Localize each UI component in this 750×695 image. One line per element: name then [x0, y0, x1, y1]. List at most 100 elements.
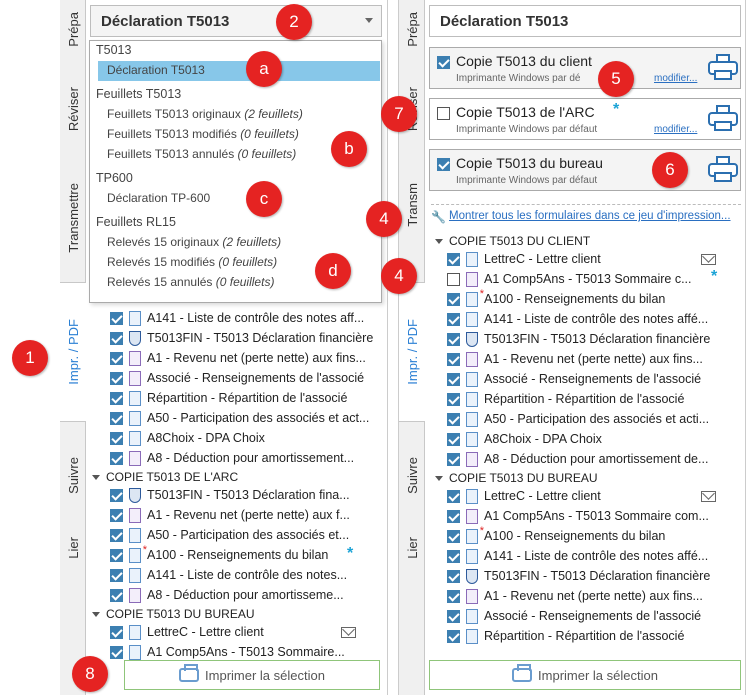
item-checkbox[interactable]: [110, 431, 123, 445]
dropdown-item[interactable]: Feuillets T5013 modifiés (0 feuillets): [107, 127, 299, 141]
modify-link[interactable]: modifier...: [654, 124, 697, 135]
form-selector[interactable]: Déclaration T5013: [429, 5, 741, 37]
item-checkbox[interactable]: [110, 528, 123, 542]
item-checkbox[interactable]: [110, 508, 123, 522]
dropdown-item[interactable]: Feuillets T5013 annulés (0 feuillets): [107, 147, 296, 161]
item-checkbox[interactable]: [110, 351, 123, 365]
section-header[interactable]: COPIE T5013 DU CLIENT: [435, 232, 590, 250]
list-item[interactable]: A50 - Participation des associés et...: [110, 525, 382, 545]
list-item[interactable]: A141 - Liste de contrôle des notes affé.…: [447, 309, 737, 329]
item-checkbox[interactable]: [110, 311, 123, 325]
item-checkbox[interactable]: [447, 589, 460, 603]
list-item[interactable]: A8Choix - DPA Choix: [447, 429, 737, 449]
copy-arc-checkbox[interactable]: [437, 107, 450, 120]
list-item[interactable]: Associé - Renseignements de l'associé: [110, 368, 382, 388]
tab-print-pdf[interactable]: Impr. / PDF: [399, 282, 425, 422]
list-item[interactable]: A8 - Déduction pour amortisseme...: [110, 585, 382, 605]
section-header[interactable]: COPIE T5013 DU BUREAU: [92, 605, 255, 623]
item-checkbox[interactable]: [110, 568, 123, 582]
list-item[interactable]: * A100 - Renseignements du bilan: [447, 289, 737, 309]
list-item[interactable]: A8 - Déduction pour amortissement de...: [447, 449, 737, 469]
list-item[interactable]: Associé - Renseignements de l'associé: [447, 606, 737, 626]
tab-prepare[interactable]: Prépa: [60, 0, 86, 58]
list-item[interactable]: A1 Comp5Ans - T5013 Sommaire...: [110, 642, 382, 662]
list-item[interactable]: LettreC - Lettre client: [447, 486, 737, 506]
dropdown-item[interactable]: Déclaration TP-600: [107, 191, 210, 205]
printer-icon[interactable]: [708, 156, 738, 184]
tab-link[interactable]: Lier: [399, 520, 425, 576]
list-item[interactable]: A50 - Participation des associés et acti…: [447, 409, 737, 429]
item-checkbox[interactable]: [447, 272, 460, 286]
tab-track[interactable]: Suivre: [399, 440, 425, 510]
list-item[interactable]: A8 - Déduction pour amortissement...: [110, 448, 382, 468]
item-checkbox[interactable]: [110, 588, 123, 602]
list-item[interactable]: A141 - Liste de contrôle des notes aff..…: [110, 308, 382, 328]
dropdown-item[interactable]: Relevés 15 originaux (2 feuillets): [107, 235, 281, 249]
item-checkbox[interactable]: [447, 529, 460, 543]
list-item[interactable]: A8Choix - DPA Choix: [110, 428, 382, 448]
section-header[interactable]: COPIE T5013 DU BUREAU: [435, 469, 598, 487]
item-checkbox[interactable]: [447, 569, 460, 583]
item-checkbox[interactable]: [447, 629, 460, 643]
list-item[interactable]: T5013FIN - T5013 Déclaration fina...: [110, 485, 382, 505]
item-checkbox[interactable]: [110, 488, 123, 502]
item-checkbox[interactable]: [110, 371, 123, 385]
list-item[interactable]: T5013FIN - T5013 Déclaration financière: [110, 328, 382, 348]
item-checkbox[interactable]: [447, 412, 460, 426]
show-all-forms-link[interactable]: Montrer tous les formulaires dans ce jeu…: [449, 210, 731, 222]
tab-print-pdf[interactable]: Impr. / PDF: [60, 282, 86, 422]
item-checkbox[interactable]: [447, 332, 460, 346]
tab-transmit[interactable]: Transmettre: [60, 160, 86, 275]
dropdown-item[interactable]: Relevés 15 modifiés (0 feuillets): [107, 255, 277, 269]
item-checkbox[interactable]: [447, 392, 460, 406]
print-selection-button-left[interactable]: Imprimer la sélection: [124, 660, 380, 690]
list-item[interactable]: Répartition - Répartition de l'associé: [110, 388, 382, 408]
item-checkbox[interactable]: [110, 331, 123, 345]
list-item[interactable]: A50 - Participation des associés et act.…: [110, 408, 382, 428]
tab-transmit[interactable]: Transm: [399, 160, 425, 250]
item-checkbox[interactable]: [447, 252, 460, 266]
item-checkbox[interactable]: [447, 292, 460, 306]
item-checkbox[interactable]: [447, 549, 460, 563]
copy-client-checkbox[interactable]: [437, 56, 450, 69]
dropdown-item[interactable]: Déclaration T5013: [107, 63, 205, 77]
item-checkbox[interactable]: [447, 609, 460, 623]
list-item[interactable]: LettreC - Lettre client: [447, 249, 737, 269]
list-item[interactable]: A1 - Revenu net (perte nette) aux f...: [110, 505, 382, 525]
list-item[interactable]: * A100 - Renseignements du bilan: [447, 526, 737, 546]
list-item[interactable]: A1 - Revenu net (perte nette) aux fins..…: [447, 349, 737, 369]
item-checkbox[interactable]: [447, 352, 460, 366]
dropdown-item[interactable]: Feuillets T5013 originaux (2 feuillets): [107, 107, 303, 121]
list-item[interactable]: T5013FIN - T5013 Déclaration financière: [447, 566, 737, 586]
list-item[interactable]: A141 - Liste de contrôle des notes affé.…: [447, 546, 737, 566]
printer-icon[interactable]: [708, 54, 738, 82]
tab-review[interactable]: Réviser: [60, 62, 86, 156]
item-checkbox[interactable]: [447, 509, 460, 523]
printer-icon[interactable]: [708, 105, 738, 133]
section-header[interactable]: COPIE T5013 DE L'ARC: [92, 468, 238, 486]
tab-link[interactable]: Lier: [60, 520, 86, 576]
item-checkbox[interactable]: [447, 312, 460, 326]
list-item[interactable]: A141 - Liste de contrôle des notes...: [110, 565, 382, 585]
list-item[interactable]: Répartition - Répartition de l'associé: [447, 626, 737, 646]
item-checkbox[interactable]: [447, 432, 460, 446]
copy-bureau-checkbox[interactable]: [437, 158, 450, 171]
list-item[interactable]: T5013FIN - T5013 Déclaration financière: [447, 329, 737, 349]
tab-track[interactable]: Suivre: [60, 440, 86, 510]
list-item[interactable]: Associé - Renseignements de l'associé: [447, 369, 737, 389]
item-checkbox[interactable]: [447, 489, 460, 503]
list-item[interactable]: A1 Comp5Ans - T5013 Sommaire com...: [447, 506, 737, 526]
item-checkbox[interactable]: [447, 372, 460, 386]
tab-prepare[interactable]: Prépa: [399, 0, 425, 58]
dropdown-item[interactable]: Relevés 15 annulés (0 feuillets): [107, 275, 274, 289]
item-checkbox[interactable]: [110, 391, 123, 405]
item-checkbox[interactable]: [110, 548, 123, 562]
item-checkbox[interactable]: [110, 451, 123, 465]
item-checkbox[interactable]: [110, 411, 123, 425]
list-item[interactable]: A1 Comp5Ans - T5013 Sommaire c...: [447, 269, 737, 289]
form-selector[interactable]: Déclaration T5013: [90, 5, 382, 37]
modify-link[interactable]: modifier...: [654, 73, 697, 84]
list-item[interactable]: * A100 - Renseignements du bilan: [110, 545, 382, 565]
list-item[interactable]: Répartition - Répartition de l'associé: [447, 389, 737, 409]
item-checkbox[interactable]: [110, 625, 123, 639]
